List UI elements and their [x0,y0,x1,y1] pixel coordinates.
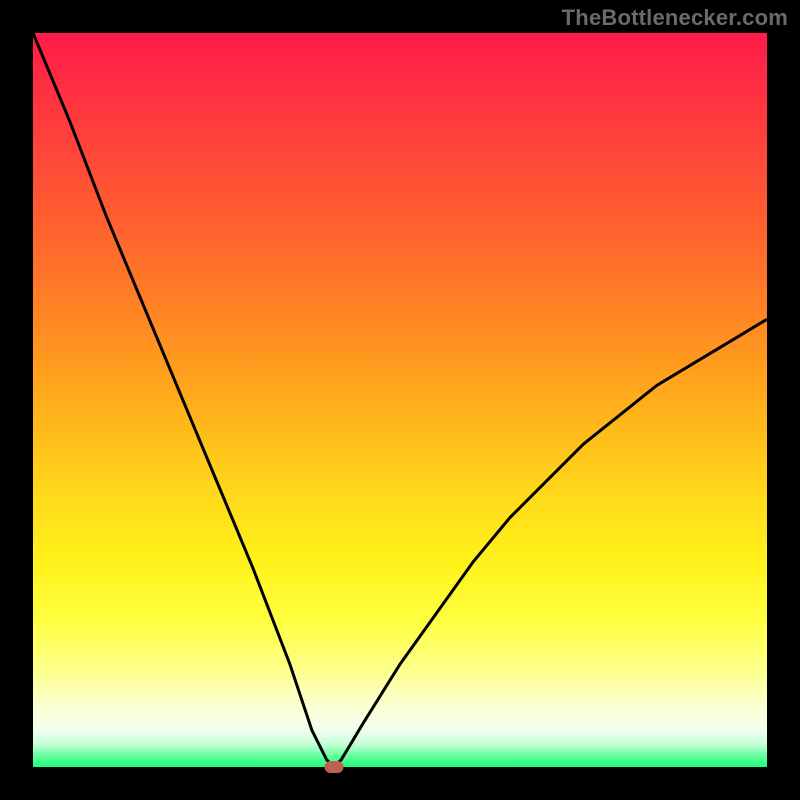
bottleneck-curve [33,33,767,767]
optimal-point-marker [324,761,343,773]
watermark-text: TheBottlenecker.com [562,5,788,31]
plot-area [33,33,767,767]
curve-path [33,33,767,767]
chart-frame: TheBottlenecker.com [0,0,800,800]
